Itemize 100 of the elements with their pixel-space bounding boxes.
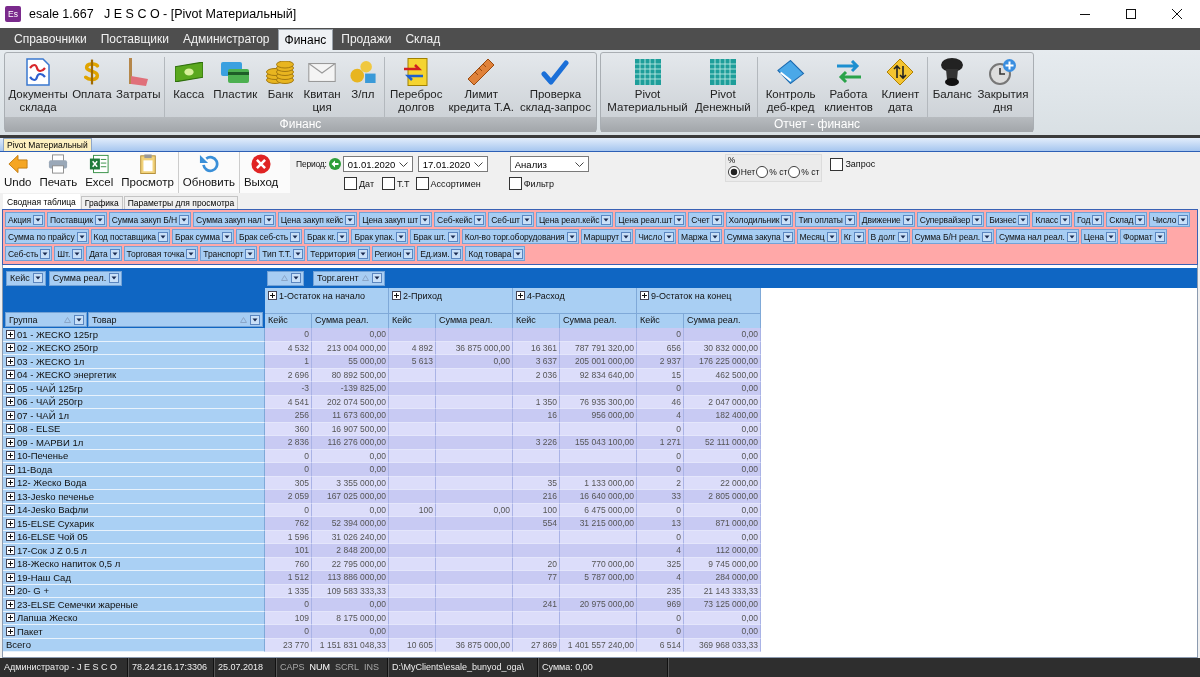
row-header[interactable]: 01 - ЖЕСКО 125гр bbox=[3, 328, 265, 342]
expand-icon[interactable] bbox=[6, 410, 15, 420]
dropdown-icon[interactable] bbox=[293, 248, 304, 259]
dropdown-icon[interactable] bbox=[420, 214, 431, 225]
field-button[interactable]: Брак сумма bbox=[172, 229, 234, 244]
radio-button[interactable] bbox=[727, 166, 740, 178]
field-button[interactable]: Сумма реал. bbox=[48, 270, 123, 286]
expand-icon[interactable] bbox=[6, 505, 15, 515]
dropdown-icon[interactable] bbox=[371, 273, 382, 283]
dropdown-icon[interactable] bbox=[566, 231, 577, 242]
dropdown-icon[interactable] bbox=[109, 273, 120, 283]
ribbon-button[interactable]: З/пл bbox=[348, 57, 377, 115]
column-header[interactable]: 4-Расход bbox=[513, 288, 637, 314]
dropdown-icon[interactable] bbox=[40, 248, 51, 259]
row-header[interactable]: 05 - ЧАЙ 125гр bbox=[3, 382, 265, 396]
dropdown-icon[interactable] bbox=[447, 231, 458, 242]
ribbon-button[interactable]: Лимит кредита Т.А. bbox=[447, 57, 515, 115]
dropdown-icon[interactable] bbox=[337, 231, 348, 242]
dropdown-icon[interactable] bbox=[1018, 214, 1029, 225]
dropdown-icon[interactable] bbox=[32, 273, 43, 283]
field-button[interactable]: Поставщик bbox=[47, 212, 107, 227]
field-button[interactable]: Склад bbox=[1106, 212, 1148, 227]
dropdown-icon[interactable] bbox=[674, 214, 685, 225]
dropdown-icon[interactable] bbox=[972, 214, 983, 225]
ribbon-button[interactable]: Переброс долгов bbox=[389, 57, 444, 115]
expand-icon[interactable] bbox=[6, 559, 15, 569]
field-button[interactable]: Себ-кейс bbox=[434, 212, 487, 227]
field-button[interactable]: Себ-сть bbox=[5, 246, 53, 261]
field-button[interactable]: Цена реал.шт bbox=[615, 212, 687, 227]
dropdown-icon[interactable] bbox=[451, 248, 462, 259]
ribbon-button[interactable]: Клиент дата bbox=[880, 57, 921, 115]
view-tab[interactable]: Сводная таблица bbox=[3, 194, 80, 209]
field-button[interactable]: Брак шт. bbox=[410, 229, 460, 244]
field-button[interactable]: Супервайзер bbox=[916, 212, 985, 227]
dropdown-icon[interactable] bbox=[709, 231, 720, 242]
dropdown-icon[interactable] bbox=[711, 214, 722, 225]
field-button[interactable]: Акция bbox=[5, 212, 46, 227]
row-header[interactable]: 07 - ЧАЙ 1л bbox=[3, 409, 265, 423]
expand-icon[interactable] bbox=[6, 383, 15, 393]
dropdown-icon[interactable] bbox=[1092, 214, 1103, 225]
field-button[interactable]: Сумма Б/Н реал. bbox=[911, 229, 994, 244]
column-header[interactable]: 9-Остаток на конец bbox=[637, 288, 761, 314]
field-button[interactable]: Сумма закуп Б/Н bbox=[108, 212, 192, 227]
expand-icon[interactable] bbox=[392, 291, 401, 300]
column-header[interactable]: Кейс bbox=[265, 314, 312, 328]
dropdown-icon[interactable] bbox=[221, 231, 232, 242]
field-button[interactable]: Сумма закуп нал bbox=[193, 212, 276, 227]
field-button[interactable]: Месяц bbox=[796, 229, 839, 244]
expand-icon[interactable] bbox=[6, 586, 15, 596]
ribbon-button[interactable]: Касса bbox=[172, 57, 206, 115]
row-header[interactable]: 09 - МАРВИ 1л bbox=[3, 436, 265, 450]
date-field[interactable]: 01.01.2020 bbox=[342, 156, 413, 172]
row-header[interactable]: 19-Наш Сад bbox=[3, 571, 265, 585]
expand-icon[interactable] bbox=[6, 478, 15, 488]
expand-icon[interactable] bbox=[6, 356, 15, 366]
column-header[interactable]: Кейс bbox=[389, 314, 436, 328]
field-button[interactable]: Товар bbox=[88, 312, 263, 327]
menu-tab[interactable]: Финанс bbox=[277, 29, 334, 50]
row-header[interactable]: 13-Jesko печенье bbox=[3, 490, 265, 504]
field-button[interactable]: Группа bbox=[5, 312, 87, 327]
dropdown-icon[interactable] bbox=[263, 214, 274, 225]
row-header[interactable]: 03 - ЖЕСКО 1л bbox=[3, 355, 265, 369]
expand-icon[interactable] bbox=[6, 545, 15, 555]
dropdown-icon[interactable] bbox=[474, 214, 485, 225]
dropdown-icon[interactable] bbox=[250, 314, 260, 325]
toolbar-button[interactable]: Выход bbox=[243, 152, 279, 193]
field-button[interactable]: Тип Т.Т. bbox=[259, 246, 306, 261]
dropdown-icon[interactable] bbox=[601, 214, 612, 225]
field-button[interactable]: Брак кг. bbox=[304, 229, 350, 244]
field-button[interactable]: Брак упак. bbox=[351, 229, 409, 244]
expand-icon[interactable] bbox=[6, 451, 15, 461]
dropdown-icon[interactable] bbox=[853, 231, 864, 242]
ribbon-button[interactable]: Контроль деб-кред bbox=[764, 57, 817, 115]
dropdown-icon[interactable] bbox=[902, 214, 913, 225]
dropdown-icon[interactable] bbox=[782, 231, 793, 242]
menu-tab[interactable]: Администратор bbox=[176, 28, 276, 50]
expand-icon[interactable] bbox=[516, 291, 525, 300]
expand-icon[interactable] bbox=[6, 532, 15, 542]
field-button[interactable]: Число bbox=[1149, 212, 1191, 227]
dropdown-icon[interactable] bbox=[76, 231, 87, 242]
expand-icon[interactable] bbox=[640, 291, 649, 300]
menu-tab[interactable]: Поставщики bbox=[94, 28, 175, 50]
expand-icon[interactable] bbox=[6, 599, 15, 609]
menu-tab[interactable]: Продажи bbox=[335, 28, 398, 50]
expand-icon[interactable] bbox=[6, 329, 15, 339]
field-button[interactable]: Сумма по прайсу bbox=[5, 229, 89, 244]
ribbon-button[interactable]: Банк bbox=[265, 57, 296, 115]
dropdown-icon[interactable] bbox=[94, 214, 105, 225]
ribbon-button[interactable]: Работа клиентов bbox=[823, 57, 874, 115]
dropdown-icon[interactable] bbox=[1066, 231, 1077, 242]
field-button[interactable] bbox=[267, 270, 304, 286]
dropdown-icon[interactable] bbox=[781, 214, 792, 225]
row-header[interactable]: Пакет bbox=[3, 625, 265, 639]
field-button[interactable]: Кг bbox=[840, 229, 866, 244]
ribbon-button[interactable]: Оплата bbox=[71, 57, 113, 115]
menu-tab[interactable]: Склад bbox=[399, 28, 447, 50]
dropdown-icon[interactable] bbox=[179, 214, 190, 225]
field-button[interactable]: Цена реал.кейс bbox=[535, 212, 614, 227]
mode-dropdown[interactable]: Анализ bbox=[509, 156, 589, 172]
dropdown-icon[interactable] bbox=[109, 248, 120, 259]
